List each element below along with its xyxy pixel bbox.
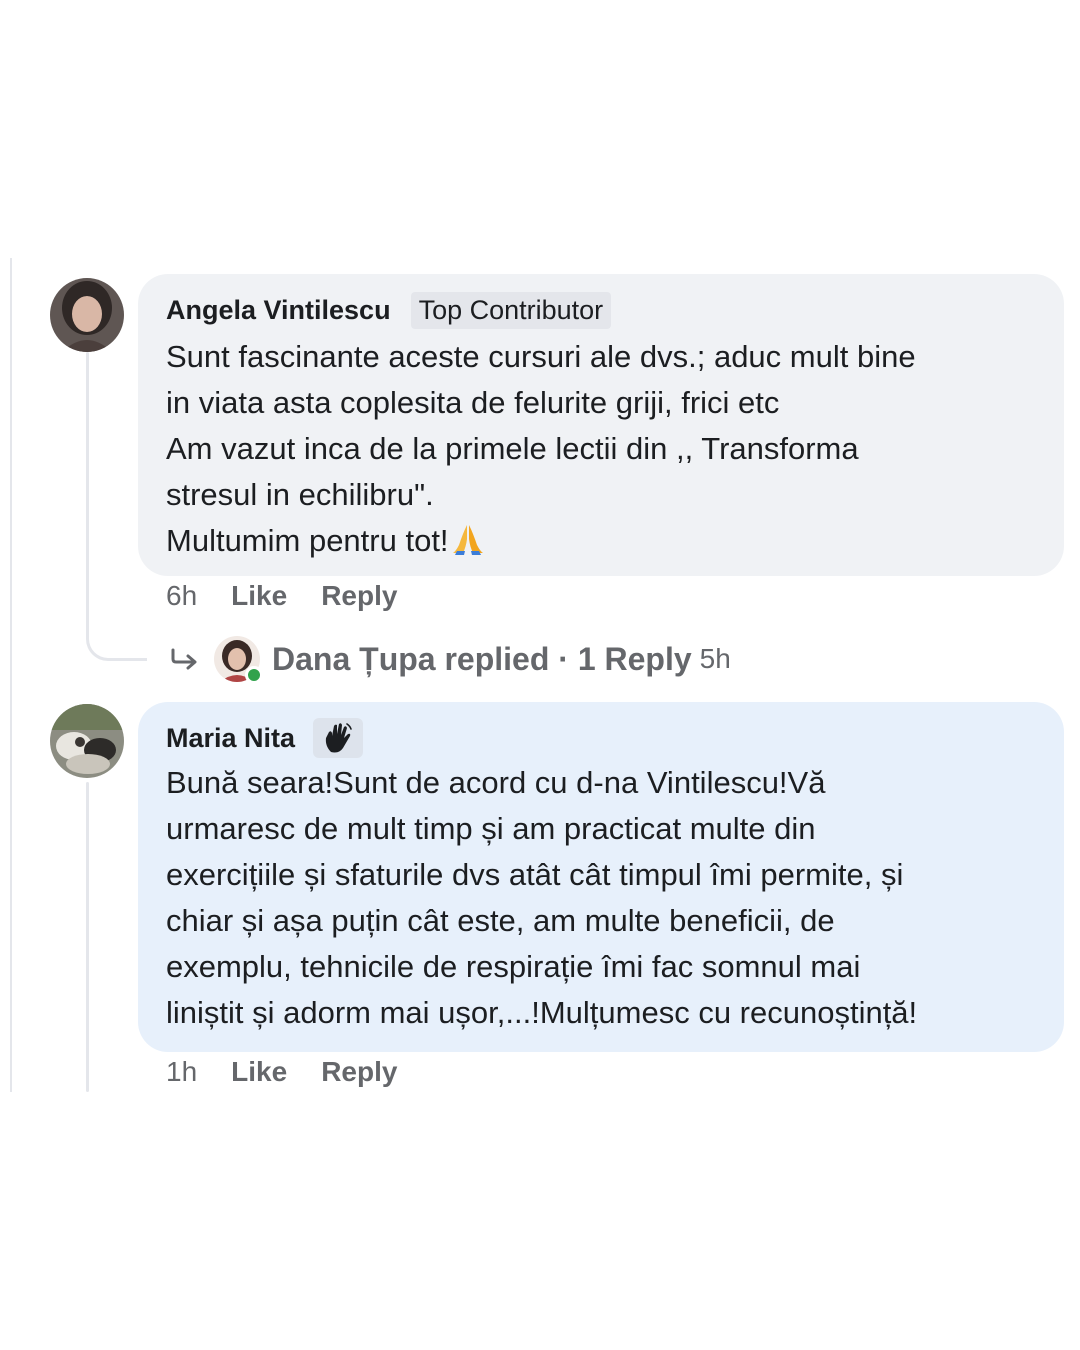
replier-avatar <box>214 636 263 684</box>
comment-thread: Angela Vintilescu Top Contributor Sunt f… <box>0 258 1080 1092</box>
author-name[interactable]: Angela Vintilescu <box>166 295 391 326</box>
like-button[interactable]: Like <box>231 580 287 612</box>
waving-hand-icon <box>325 723 352 753</box>
author-name[interactable]: Maria Nita <box>166 723 295 754</box>
comment-actions: 6h Like Reply <box>166 580 397 612</box>
comment-timestamp[interactable]: 1h <box>166 1056 197 1088</box>
comment-timestamp[interactable]: 6h <box>166 580 197 612</box>
like-button[interactable]: Like <box>231 1056 287 1088</box>
view-replies-link[interactable]: Dana Țupa replied · 1 Reply 5h <box>170 634 731 684</box>
avatar-photo <box>50 704 124 778</box>
folded-hands-icon <box>451 522 485 568</box>
replies-timestamp: 5h <box>699 643 731 674</box>
comment-body: Sunt fascinante aceste cursuri ale dvs.;… <box>166 339 916 558</box>
left-divider <box>10 258 12 1092</box>
reply-button[interactable]: Reply <box>321 580 397 612</box>
comment-bubble: Maria Nita Bună seara!Sunt de acord cu d… <box>138 702 1064 1052</box>
reply-arrow-icon <box>171 648 197 670</box>
comment-text: Bună seara!Sunt de acord cu d-na Vintile… <box>166 765 918 1030</box>
thread-connector-curve <box>86 598 147 661</box>
replies-summary: Dana Țupa replied · 1 Reply <box>272 640 692 677</box>
comment-text: Sunt fascinante aceste cursuri ale dvs.;… <box>166 334 1046 568</box>
comment-bubble: Angela Vintilescu Top Contributor Sunt f… <box>138 274 1064 576</box>
thread-connector-line <box>86 352 89 602</box>
online-status-dot <box>245 666 263 684</box>
comment-header: Maria Nita <box>166 718 364 758</box>
avatar[interactable] <box>50 278 124 352</box>
comment-header: Angela Vintilescu Top Contributor <box>166 291 612 329</box>
thread-connector-line <box>86 782 89 1092</box>
top-contributor-badge: Top Contributor <box>410 291 612 329</box>
comment-actions: 1h Like Reply <box>166 1056 397 1088</box>
avatar[interactable] <box>50 704 124 778</box>
reply-button[interactable]: Reply <box>321 1056 397 1088</box>
waving-hand-badge <box>313 718 364 758</box>
avatar-photo <box>50 278 124 352</box>
